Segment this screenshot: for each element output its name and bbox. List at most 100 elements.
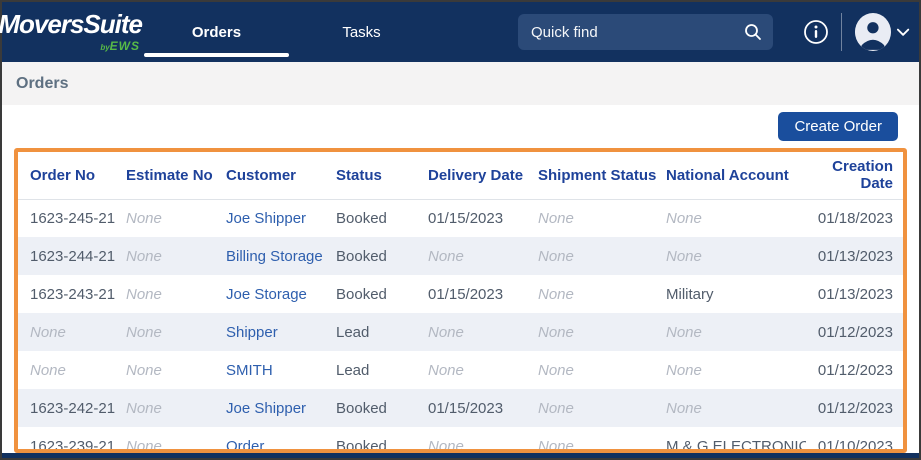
tab-orders-label: Orders xyxy=(191,23,242,41)
col-header-national-account[interactable]: National Account xyxy=(666,152,806,200)
cell-delivery-date: 01/15/2023 xyxy=(428,399,504,417)
table-row[interactable]: 1623-245-21 None Joe Shipper Booked 01/1… xyxy=(18,199,903,237)
orders-table-container: Order No Estimate No Customer Status Del… xyxy=(14,148,907,453)
cell-order-no: 1623-239-21 xyxy=(30,437,116,453)
search-icon[interactable] xyxy=(743,22,763,42)
tab-orders[interactable]: Orders xyxy=(144,2,289,62)
orders-table-body: 1623-245-21 None Joe Shipper Booked 01/1… xyxy=(18,199,903,453)
cell-creation-date: 01/12/2023 xyxy=(817,399,893,417)
chevron-down-icon[interactable] xyxy=(896,27,910,37)
cell-estimate-no: None xyxy=(126,209,162,227)
cell-order-no: 1623-243-21 xyxy=(30,285,116,303)
col-header-creation-date[interactable]: Creation Date xyxy=(806,152,903,200)
cell-shipment-status: None xyxy=(538,361,574,379)
cell-creation-date: 01/12/2023 xyxy=(817,323,893,341)
table-row[interactable]: None None SMITH Lead None None None 01/1… xyxy=(18,351,903,389)
logo-byline: byEWS xyxy=(100,38,140,54)
cell-delivery-date: 01/15/2023 xyxy=(428,285,504,303)
quick-find-search[interactable] xyxy=(518,14,774,50)
logo-text: MoversSuite xyxy=(0,8,143,39)
cell-customer-link[interactable]: Shipper xyxy=(226,313,336,351)
cell-national-account: None xyxy=(666,323,702,341)
cell-status: Booked xyxy=(336,437,387,453)
cell-delivery-date: None xyxy=(428,323,464,341)
cell-shipment-status: None xyxy=(538,323,574,341)
tab-tasks[interactable]: Tasks xyxy=(289,2,434,62)
cell-customer-link[interactable]: Joe Shipper xyxy=(226,199,336,237)
cell-estimate-no: None xyxy=(126,285,162,303)
cell-delivery-date: None xyxy=(428,437,464,453)
app-window: MoversSuite byEWS Orders Tasks Quick fin… xyxy=(0,0,921,460)
cell-national-account: Military xyxy=(666,285,714,303)
cell-order-no: 1623-245-21 xyxy=(30,209,116,227)
cell-estimate-no: None xyxy=(126,361,162,379)
app-logo: MoversSuite byEWS xyxy=(0,11,143,54)
cell-estimate-no: None xyxy=(126,247,162,265)
cell-status: Booked xyxy=(336,247,387,265)
table-row[interactable]: 1623-243-21 None Joe Storage Booked 01/1… xyxy=(18,275,903,313)
cell-shipment-status: None xyxy=(538,209,574,227)
logo-ews-text: EWS xyxy=(109,38,140,53)
cell-customer-link[interactable]: Joe Storage xyxy=(226,275,336,313)
page-title: Orders xyxy=(16,74,69,92)
tab-tasks-label: Tasks xyxy=(342,23,381,41)
cell-customer-link[interactable]: Order xyxy=(226,427,336,450)
main-tabs: Orders Tasks xyxy=(144,2,434,62)
cell-status: Booked xyxy=(336,285,387,303)
search-input[interactable] xyxy=(531,23,744,41)
cell-estimate-no: None xyxy=(126,399,162,417)
cell-order-no: 1623-244-21 xyxy=(30,247,116,265)
table-header-row: Order No Estimate No Customer Status Del… xyxy=(18,152,903,200)
cell-national-account: None xyxy=(666,209,702,227)
content-area: Create Order Order No Estimate No Custom… xyxy=(2,105,919,453)
cell-shipment-status: None xyxy=(538,437,574,453)
col-header-customer[interactable]: Customer xyxy=(226,152,336,200)
cell-delivery-date: None xyxy=(428,247,464,265)
col-header-delivery-date[interactable]: Delivery Date xyxy=(428,152,538,200)
topbar-divider xyxy=(841,13,842,51)
cell-creation-date: 01/12/2023 xyxy=(817,361,893,379)
create-order-button[interactable]: Create Order xyxy=(778,112,898,141)
user-avatar[interactable] xyxy=(855,13,891,51)
cell-shipment-status: None xyxy=(538,247,574,265)
cell-national-account: M & G ELECTRONICS xyxy=(666,437,806,453)
cell-shipment-status: None xyxy=(538,399,574,417)
cell-order-no: None xyxy=(30,361,66,379)
col-header-estimate-no[interactable]: Estimate No xyxy=(126,152,226,200)
info-button[interactable] xyxy=(803,19,829,45)
col-header-status[interactable]: Status xyxy=(336,152,428,200)
cell-status: Lead xyxy=(336,361,370,379)
info-icon xyxy=(804,20,828,44)
cell-status: Booked xyxy=(336,209,387,227)
cell-creation-date: 01/13/2023 xyxy=(817,285,893,303)
logo-by-text: by xyxy=(100,42,110,52)
user-icon xyxy=(855,14,891,50)
cell-delivery-date: 01/15/2023 xyxy=(428,209,504,227)
cell-order-no: None xyxy=(30,323,66,341)
top-nav-bar: MoversSuite byEWS Orders Tasks xyxy=(0,2,919,62)
active-tab-indicator xyxy=(144,53,289,57)
bottom-strip xyxy=(2,453,919,458)
cell-customer-link[interactable]: Billing Storage xyxy=(226,237,336,275)
orders-table: Order No Estimate No Customer Status Del… xyxy=(18,152,903,453)
cell-customer-link[interactable]: SMITH xyxy=(226,351,336,389)
cell-national-account: None xyxy=(666,399,702,417)
cell-creation-date: 01/10/2023 xyxy=(817,437,893,453)
cell-status: Booked xyxy=(336,399,387,417)
table-row[interactable]: 1623-244-21 None Billing Storage Booked … xyxy=(18,237,903,275)
cell-national-account: None xyxy=(666,361,702,379)
cell-estimate-no: None xyxy=(126,323,162,341)
table-row[interactable]: 1623-239-21 None Order Booked None None … xyxy=(18,427,903,453)
col-header-order-no[interactable]: Order No xyxy=(18,152,126,200)
cell-creation-date: 01/18/2023 xyxy=(817,209,893,227)
table-row[interactable]: None None Shipper Lead None None None 01… xyxy=(18,313,903,351)
page-header: Orders xyxy=(2,62,919,105)
cell-status: Lead xyxy=(336,323,370,341)
cell-estimate-no: None xyxy=(126,437,162,453)
cell-order-no: 1623-242-21 xyxy=(30,399,116,417)
cell-customer-link[interactable]: Joe Shipper xyxy=(226,389,336,427)
cell-creation-date: 01/13/2023 xyxy=(817,247,893,265)
cell-delivery-date: None xyxy=(428,361,464,379)
col-header-shipment-status[interactable]: Shipment Status xyxy=(538,152,666,200)
table-row[interactable]: 1623-242-21 None Joe Shipper Booked 01/1… xyxy=(18,389,903,427)
